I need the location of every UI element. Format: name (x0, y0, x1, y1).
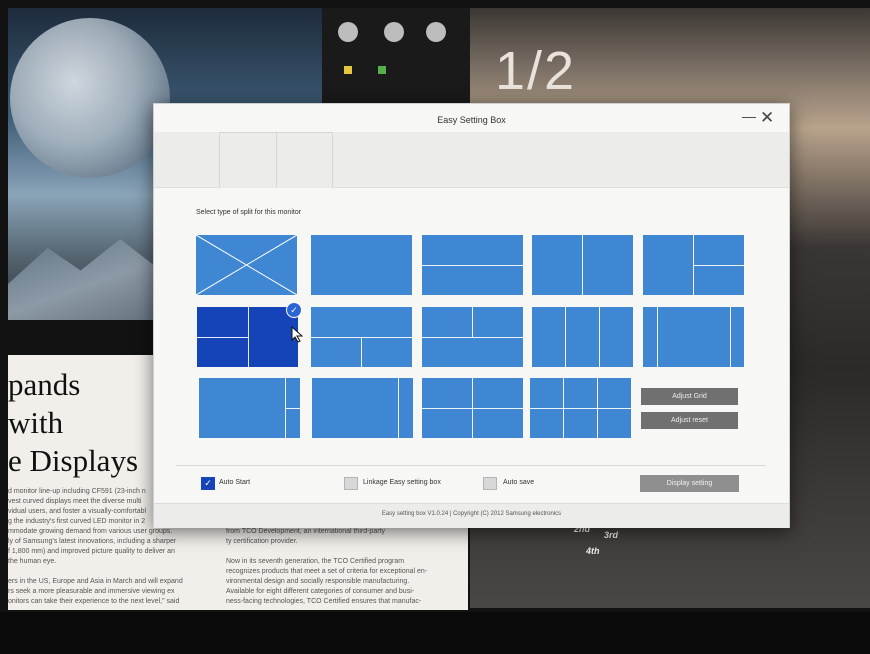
monitor-bezel (0, 612, 870, 654)
footer-divider (176, 465, 766, 466)
tab-divider (276, 133, 277, 188)
moon-image (10, 18, 170, 178)
cross-lines-icon (196, 235, 297, 295)
linkage-label: Linkage Easy setting box (363, 479, 441, 486)
split-option-4-grid[interactable] (422, 378, 523, 438)
mixer-indicator (344, 66, 352, 74)
split-option-full[interactable] (311, 235, 412, 295)
auto-save-label: Auto save (503, 479, 535, 486)
knob-icon (338, 22, 358, 42)
article-headline-line: pands (8, 367, 81, 402)
selected-check-icon: ✓ (286, 302, 302, 318)
display-setting-button[interactable]: Display setting (640, 475, 739, 492)
auto-save-checkbox[interactable] (483, 477, 497, 490)
mixer-indicator (378, 66, 386, 74)
monitor-tab[interactable] (219, 132, 333, 188)
split-option-3-center-large[interactable] (643, 307, 744, 367)
version-copyright: Easy setting box V1.0.24 | Copyright (C)… (381, 511, 562, 517)
split-option-2-right-narrow[interactable] (312, 378, 413, 438)
knob-icon (384, 22, 404, 42)
article-headline-line: with (8, 405, 64, 440)
article-headline-line: e Displays (8, 443, 139, 478)
audio-mixer-panel (322, 8, 470, 112)
race-rank-label: 3rd (604, 530, 619, 540)
linkage-checkbox[interactable] (344, 477, 358, 490)
auto-start-checkbox[interactable]: ✓ (201, 477, 215, 490)
title-bar: Easy Setting Box — ✕ (154, 104, 789, 134)
race-rank-label: 4th (586, 546, 600, 556)
split-option-3-columns[interactable] (532, 307, 633, 367)
split-instruction: Select type of split for this monitor (196, 209, 302, 216)
status-bar: Easy setting box V1.0.24 | Copyright (C)… (154, 503, 789, 528)
minimize-button[interactable]: — (742, 108, 756, 124)
easy-setting-box-window: Easy Setting Box — ✕ Select type of spli… (153, 103, 790, 528)
slide-counter: 1/2 (495, 41, 577, 101)
monitor-tab-strip (154, 132, 789, 188)
window-title: Easy Setting Box (437, 115, 506, 125)
article-column-right: from TCO Development, an international t… (226, 528, 428, 605)
split-option-2-horizontal[interactable] (422, 235, 523, 295)
split-option-3-right-stack[interactable] (199, 378, 300, 438)
split-option-3-top-large[interactable] (311, 307, 412, 367)
close-button[interactable]: ✕ (760, 108, 774, 128)
mouse-cursor-icon (291, 326, 303, 343)
split-option-2-vertical[interactable] (532, 235, 633, 295)
adjust-grid-button[interactable]: Adjust Grid (641, 388, 738, 405)
knob-icon (426, 22, 446, 42)
auto-start-label: Auto Start (219, 479, 251, 486)
split-option-3-bottom-large[interactable] (422, 307, 523, 367)
split-option-default[interactable] (196, 235, 297, 295)
split-option-3-right-large-selected[interactable] (197, 307, 298, 367)
split-option-3-left-large[interactable] (643, 235, 744, 295)
adjust-reset-button[interactable]: Adjust reset (641, 412, 738, 429)
split-option-6-grid[interactable] (530, 378, 631, 438)
